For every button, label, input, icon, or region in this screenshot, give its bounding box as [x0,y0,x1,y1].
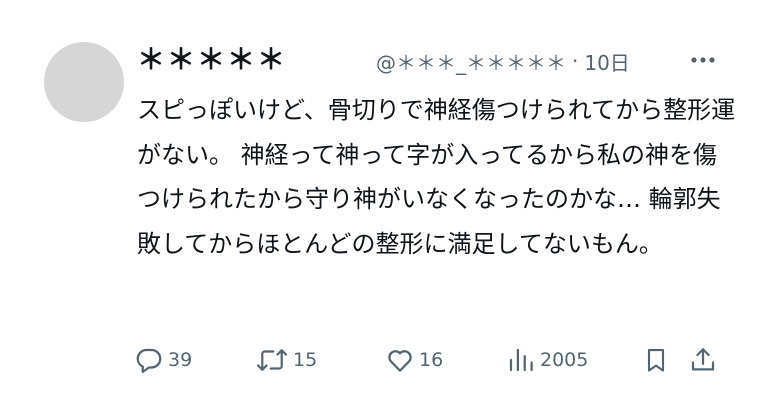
views-count: 2005 [540,349,589,371]
meta-separator: · [572,49,579,73]
author-name[interactable]: ＊＊＊＊＊ [137,40,287,80]
like-button[interactable]: 16 [385,338,443,382]
bookmark-button[interactable] [642,338,670,382]
post-time[interactable]: 10日 [584,47,629,76]
bookmark-icon [642,345,670,375]
repost-button[interactable]: 15 [255,338,317,382]
heart-icon [385,345,415,375]
share-icon [688,345,718,375]
repost-count: 15 [293,349,318,371]
reply-button[interactable]: 39 [134,338,192,382]
views-icon [506,345,536,375]
more-icon[interactable] [683,44,723,76]
avatar[interactable] [44,42,124,122]
post-meta: @＊＊＊_＊＊＊＊＊ · 10日 [376,44,630,78]
views-button[interactable]: 2005 [506,338,588,382]
reply-count: 39 [168,349,193,371]
repost-icon [255,345,289,375]
reply-icon [134,345,164,375]
like-count: 16 [419,349,444,371]
author-handle[interactable]: @＊＊＊_＊＊＊＊＊ [376,47,566,76]
share-button[interactable] [688,338,718,382]
action-bar: 39 15 16 2005 [130,338,730,382]
post-text: スピっぽいけど、骨切りで神経傷つけられてから整形運がない。 神経って神って字が入… [137,96,736,258]
